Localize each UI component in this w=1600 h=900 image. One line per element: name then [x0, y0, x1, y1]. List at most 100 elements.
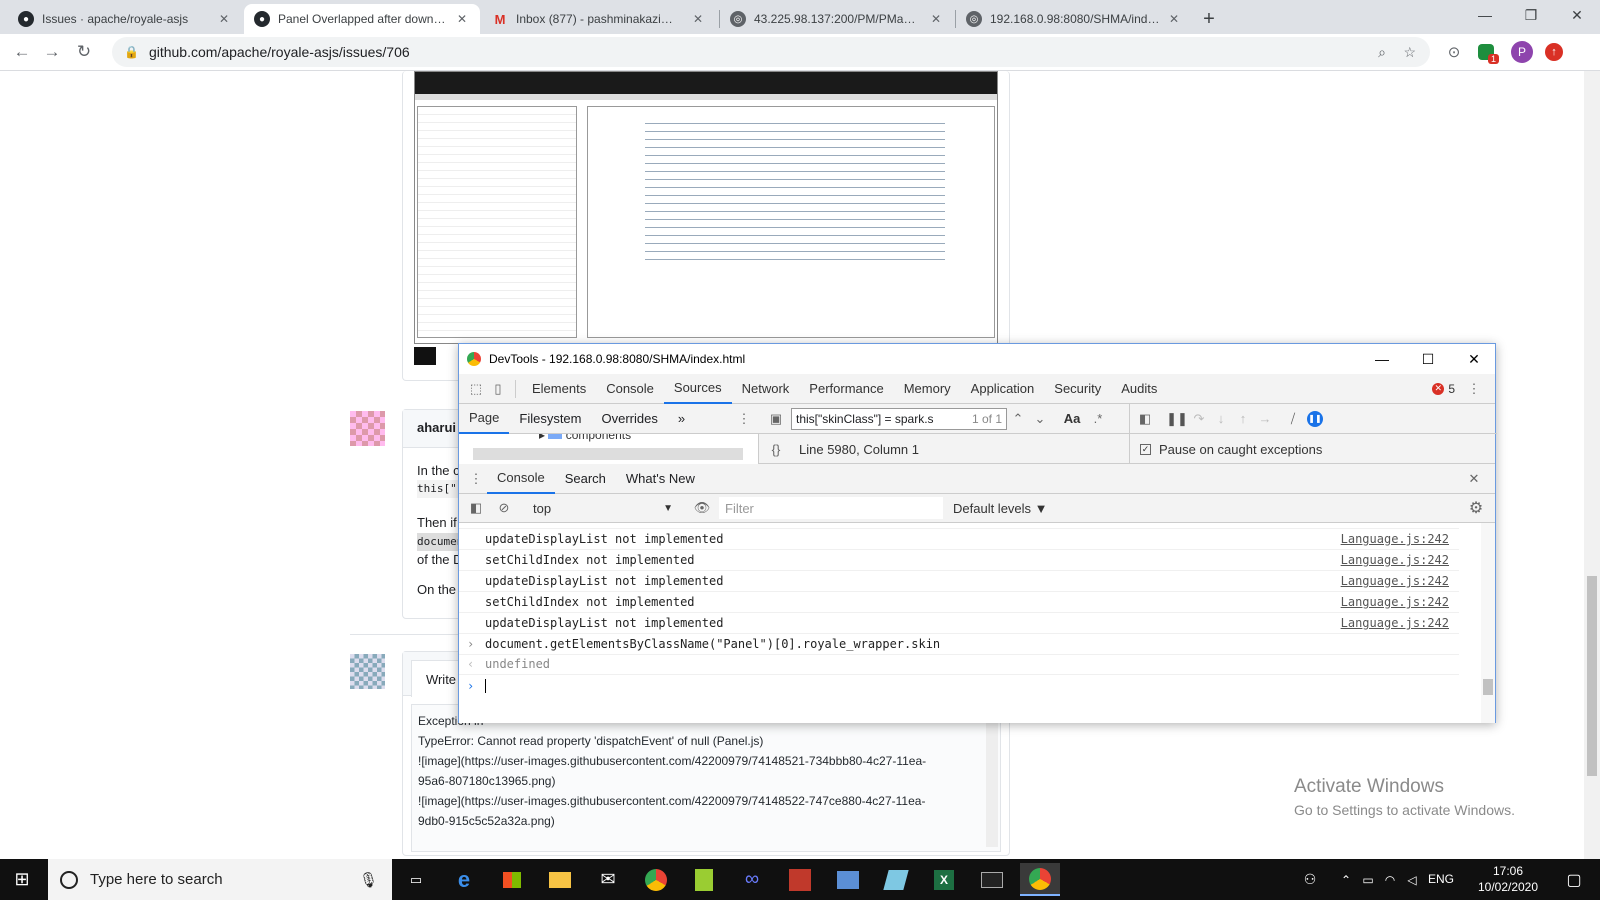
pause-icon[interactable]: ❚❚ [1166, 408, 1188, 430]
wifi-icon[interactable]: ◠ [1380, 863, 1400, 896]
comment-author[interactable]: aharui [417, 420, 456, 435]
file-explorer-icon[interactable] [540, 863, 580, 896]
visual-studio-icon[interactable]: ∞ [732, 863, 772, 896]
bookmark-star-icon[interactable]: ☆ [1403, 44, 1416, 61]
scrollbar-thumb[interactable] [1587, 576, 1597, 776]
app-icon[interactable] [780, 863, 820, 896]
update-icon[interactable]: ↑ [1540, 38, 1568, 66]
tab-drawer-console[interactable]: Console [487, 464, 555, 494]
log-source-link[interactable]: Language.js:242 [1341, 616, 1449, 630]
step-icon[interactable]: → [1254, 408, 1276, 430]
new-tab-button[interactable]: + [1192, 4, 1226, 34]
show-hidden-icons[interactable]: ⌃ [1336, 863, 1356, 896]
tree-item-components[interactable]: ▸ components [539, 434, 631, 442]
tab-memory[interactable]: Memory [894, 374, 961, 404]
more-tabs-icon[interactable]: » [668, 404, 695, 434]
devtools-titlebar[interactable]: DevTools - 192.168.0.98:8080/SHMA/index.… [459, 344, 1495, 374]
toggle-navigator-icon[interactable]: ▣ [765, 408, 787, 430]
task-view-icon[interactable]: ▭ [396, 863, 436, 896]
windows-start-icon[interactable]: ⊞ [2, 863, 42, 896]
tab-inbox[interactable]: M Inbox (877) - pashminakazi@gm ✕ [482, 4, 716, 34]
tab-sources[interactable]: Sources [663, 374, 732, 404]
extension-shield-icon[interactable]: 1 [1472, 38, 1500, 66]
tab-performance[interactable]: Performance [799, 374, 893, 404]
tab-shma[interactable]: ◎ 192.168.0.98:8080/SHMA/index.h ✕ [956, 4, 1192, 34]
console-settings-icon[interactable]: ⚙ [1465, 497, 1487, 519]
tab-close-icon[interactable]: ✕ [690, 12, 706, 26]
excel-icon[interactable]: X [924, 863, 964, 896]
inspect-icon[interactable]: ⬚ [465, 378, 487, 400]
terminal-icon[interactable] [972, 863, 1012, 896]
tab-network[interactable]: Network [732, 374, 800, 404]
next-match-icon[interactable]: ⌄ [1029, 408, 1051, 430]
tab-pmanage[interactable]: ◎ 43.225.98.137:200/PM/PManage ✕ [720, 4, 954, 34]
editor-app-icon[interactable] [876, 863, 916, 896]
more-menu-icon[interactable]: ⋮ [1463, 378, 1485, 400]
mail-icon[interactable]: ✉ [588, 863, 628, 896]
minimize-icon[interactable]: — [1462, 0, 1508, 30]
close-drawer-icon[interactable]: ✕ [1463, 468, 1485, 490]
reply-textarea[interactable]: Exception in TypeError: Cannot read prop… [411, 704, 1001, 852]
back-icon[interactable]: ← [8, 38, 36, 66]
taskbar-search[interactable]: Type here to search 🎙 [48, 859, 392, 900]
restore-icon[interactable]: ❐ [1508, 0, 1554, 30]
log-source-link[interactable]: Language.js:242 [1341, 595, 1449, 609]
tab-drawer-search[interactable]: Search [555, 464, 616, 494]
deactivate-breakpoints-icon[interactable]: ⧸ [1282, 408, 1304, 430]
clock[interactable]: 17:06 10/02/2020 [1472, 863, 1544, 895]
tab-close-icon[interactable]: ✕ [928, 12, 944, 26]
close-window-icon[interactable]: ✕ [1554, 0, 1600, 30]
tab-filesystem[interactable]: Filesystem [509, 404, 591, 434]
avatar[interactable] [350, 411, 385, 446]
tab-drawer-whats-new[interactable]: What's New [616, 464, 705, 494]
device-toolbar-icon[interactable]: ▯ [487, 378, 509, 400]
log-source-link[interactable]: Language.js:242 [1341, 532, 1449, 546]
tab-audits[interactable]: Audits [1111, 374, 1167, 404]
match-case-button[interactable]: Aa [1061, 408, 1083, 430]
tab-page[interactable]: Page [459, 404, 510, 434]
previous-match-icon[interactable]: ⌃ [1007, 408, 1029, 430]
tab-issues[interactable]: ● Issues · apache/royale-asjs ✕ [8, 4, 242, 34]
step-over-icon[interactable]: ↷ [1188, 408, 1210, 430]
tab-elements[interactable]: Elements [522, 374, 596, 404]
close-icon[interactable]: ✕ [1451, 344, 1497, 374]
tab-overrides[interactable]: Overrides [592, 404, 668, 434]
pause-on-exceptions-icon[interactable]: ❚❚ [1304, 408, 1326, 430]
notepad-icon[interactable] [684, 863, 724, 896]
tab-security[interactable]: Security [1044, 374, 1111, 404]
error-count[interactable]: ✕ 5 [1432, 382, 1455, 396]
language-indicator[interactable]: ENG [1428, 872, 1454, 886]
chrome-active-icon[interactable] [1020, 863, 1060, 896]
chrome-icon[interactable] [636, 863, 676, 896]
horizontal-scrollbar[interactable] [473, 448, 743, 460]
more-menu-icon[interactable]: ⋮ [733, 408, 755, 430]
search-input[interactable]: this["skinClass"] = spark.s 1 of 1 [791, 407, 1007, 430]
log-source-link[interactable]: Language.js:242 [1341, 553, 1449, 567]
tab-console[interactable]: Console [596, 374, 664, 404]
regex-button[interactable]: .* [1087, 408, 1109, 430]
tab-close-icon[interactable]: ✕ [454, 12, 470, 26]
page-scrollbar[interactable] [1584, 71, 1600, 859]
log-source-link[interactable]: Language.js:242 [1341, 574, 1449, 588]
forward-icon[interactable]: → [38, 38, 66, 66]
battery-icon[interactable]: ▭ [1358, 863, 1378, 896]
pause-caught-checkbox[interactable]: ✓ [1140, 443, 1151, 455]
tab-close-icon[interactable]: ✕ [1166, 12, 1182, 26]
action-center-icon[interactable]: ▢ [1554, 863, 1594, 896]
address-bar[interactable]: 🔒 github.com/apache/royale-asjs/issues/7… [112, 37, 1430, 67]
volume-icon[interactable]: ◁ [1402, 863, 1422, 896]
extension-icon[interactable]: ⊙ [1440, 38, 1468, 66]
pretty-print-icon[interactable]: {} [765, 438, 787, 460]
tab-application[interactable]: Application [961, 374, 1045, 404]
maximize-icon[interactable]: ☐ [1405, 344, 1451, 374]
tab-close-icon[interactable]: ✕ [216, 12, 232, 26]
edge-icon[interactable]: e [444, 863, 484, 896]
drawer-menu-icon[interactable]: ⋮ [465, 468, 487, 490]
network-app-icon[interactable] [828, 863, 868, 896]
step-out-icon[interactable]: ↑ [1232, 408, 1254, 430]
reload-icon[interactable]: ↻ [70, 38, 98, 66]
zoom-icon[interactable]: ⌕ [1378, 44, 1386, 61]
step-into-icon[interactable]: ↓ [1210, 408, 1232, 430]
console-scrollbar[interactable] [1481, 523, 1495, 723]
toggle-debugger-icon[interactable]: ◧ [1134, 408, 1156, 430]
